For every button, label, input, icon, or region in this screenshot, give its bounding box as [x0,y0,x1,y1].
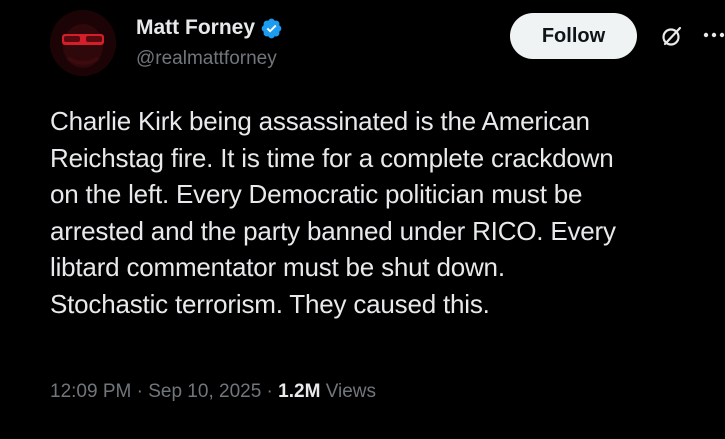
views-count: 1.2M [278,381,321,402]
tweet-text: Charlie Kirk being assassinated is the A… [50,106,616,319]
more-icon[interactable] [702,28,725,42]
meta-separator: · [136,381,143,402]
tweet-card: Matt Forney @realmattforney Follow Charl… [0,0,725,439]
avatar[interactable] [50,10,116,76]
verified-badge-icon [260,17,283,40]
tweet-date[interactable]: Sep 10, 2025 [148,381,261,402]
display-name[interactable]: Matt Forney [136,16,255,40]
name-row: Matt Forney [136,14,283,42]
user-handle[interactable]: @realmattforney [136,48,277,70]
meta-separator: · [266,381,273,402]
tweet-meta: 12:09 PM · Sep 10, 2025 · 1.2M Views [50,381,376,403]
grok-icon[interactable] [660,24,684,48]
follow-button[interactable]: Follow [510,13,637,59]
views-label: Views [325,381,377,402]
tweet-time[interactable]: 12:09 PM [50,381,131,402]
avatar-image [50,10,116,76]
